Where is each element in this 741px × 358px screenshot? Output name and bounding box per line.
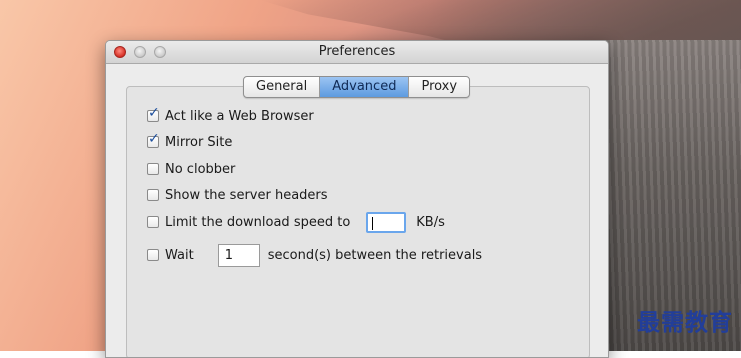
tab-general[interactable]: General bbox=[244, 77, 321, 97]
speed-unit-label: KB/s bbox=[416, 214, 445, 230]
wait-seconds-input[interactable]: 1 bbox=[217, 243, 260, 267]
window-titlebar[interactable]: Preferences bbox=[106, 41, 608, 64]
text-caret bbox=[372, 216, 374, 230]
checkmark-icon: ✓ bbox=[148, 131, 160, 147]
show-headers-label: Show the server headers bbox=[165, 187, 328, 203]
option-show-headers[interactable]: Show the server headers bbox=[147, 185, 328, 205]
option-no-clobber[interactable]: No clobber bbox=[147, 159, 235, 179]
wait-label: Wait bbox=[165, 247, 194, 263]
mirror-site-label: Mirror Site bbox=[165, 134, 233, 150]
tab-bar: General Advanced Proxy bbox=[243, 76, 471, 98]
mirror-site-checkbox[interactable]: ✓ bbox=[147, 132, 160, 148]
act-like-browser-checkbox[interactable]: ✓ bbox=[147, 106, 160, 122]
act-like-browser-label: Act like a Web Browser bbox=[165, 108, 314, 124]
checkmark-icon: ✓ bbox=[148, 105, 160, 121]
speed-limit-input[interactable] bbox=[366, 211, 407, 233]
wait-suffix-label: second(s) between the retrievals bbox=[267, 247, 483, 263]
option-limit-speed[interactable]: Limit the download speed to KB/s bbox=[147, 211, 445, 233]
option-act-like-browser[interactable]: ✓ Act like a Web Browser bbox=[147, 106, 314, 126]
watermark-logo: 最需教育 bbox=[637, 310, 733, 336]
wait-checkbox[interactable] bbox=[147, 249, 159, 261]
advanced-panel: ✓ Act like a Web Browser ✓ Mirror Site N… bbox=[126, 86, 590, 357]
tab-proxy[interactable]: Proxy bbox=[409, 77, 469, 97]
no-clobber-label: No clobber bbox=[165, 161, 236, 177]
window-title: Preferences bbox=[318, 44, 396, 59]
option-wait[interactable]: Wait 1 second(s) between the retrievals bbox=[147, 243, 483, 267]
no-clobber-checkbox[interactable] bbox=[147, 163, 159, 175]
limit-speed-label: Limit the download speed to bbox=[165, 214, 351, 230]
option-mirror-site[interactable]: ✓ Mirror Site bbox=[147, 132, 232, 152]
preferences-window: Preferences General Advanced Proxy ✓ Act… bbox=[105, 40, 609, 358]
show-headers-checkbox[interactable] bbox=[147, 189, 159, 201]
limit-speed-checkbox[interactable] bbox=[147, 216, 159, 228]
tab-advanced[interactable]: Advanced bbox=[320, 77, 410, 97]
